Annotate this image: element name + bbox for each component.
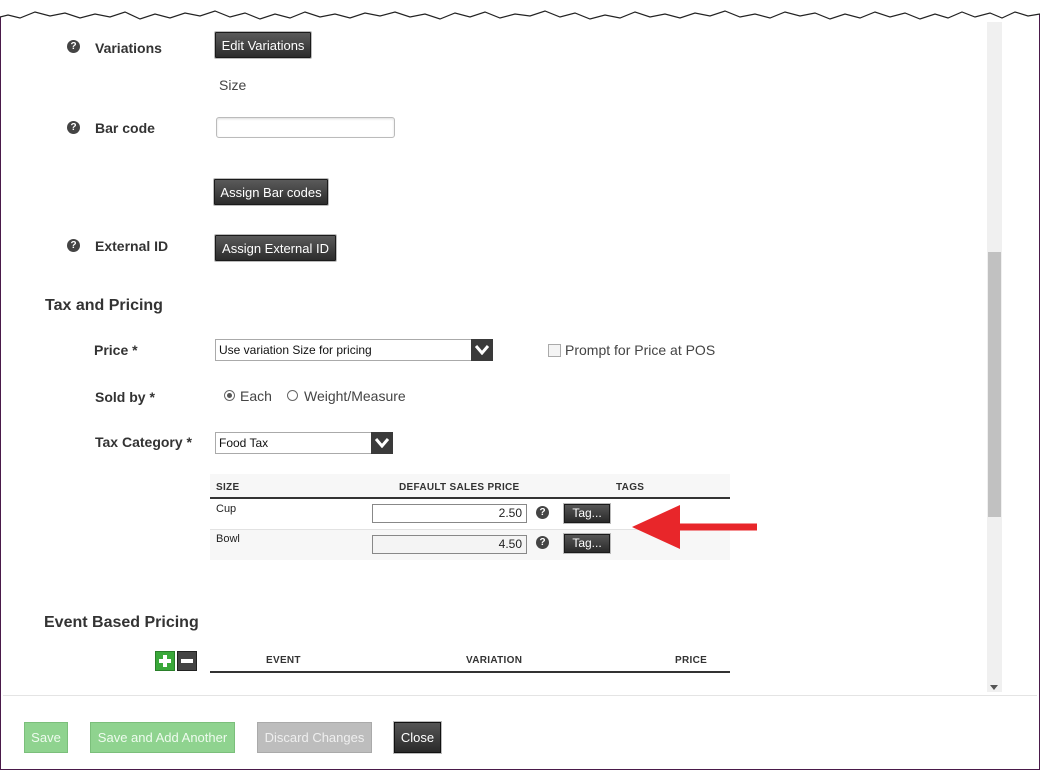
external-id-label: External ID [95,238,169,254]
assign-barcodes-button[interactable]: Assign Bar codes [214,179,328,205]
row-size-bowl: Bowl [216,533,240,545]
prompt-price-label: Prompt for Price at POS [565,342,716,358]
help-icon[interactable]: ? [67,40,80,53]
event-pricing-title: Event Based Pricing [44,614,199,631]
tax-category-select[interactable]: Food Tax [215,432,393,454]
tax-category-label: Tax Category * [95,434,192,450]
barcode-label: Bar code [95,120,155,136]
help-icon[interactable]: ? [536,536,549,549]
sold-by-each-label: Each [240,388,272,404]
form-scroll-area: ? Variations Edit Variations Size ? Bar … [3,0,988,693]
torn-edge-decoration [0,0,1040,20]
col-header-variation: VARIATION [466,655,523,666]
save-and-add-button[interactable]: Save and Add Another [90,722,235,753]
col-header-event-price: PRICE [675,655,708,666]
price-input-cup[interactable]: 2.50 [372,504,527,523]
scrollbar-thumb[interactable] [988,252,1001,517]
row-size-cup: Cup [216,503,237,515]
event-table-header-rule [210,671,730,673]
sold-by-label: Sold by * [95,389,155,405]
save-button[interactable]: Save [24,722,68,753]
tag-button-cup[interactable]: Tag... [564,504,610,523]
prompt-price-checkbox[interactable] [548,344,561,357]
vertical-scrollbar[interactable] [987,22,1002,692]
col-header-event: EVENT [266,655,301,666]
dropdown-arrow-icon[interactable] [371,432,393,454]
dropdown-arrow-icon[interactable] [471,339,493,361]
assign-external-id-button[interactable]: Assign External ID [215,235,336,261]
sold-by-weight-label: Weight/Measure [304,388,406,404]
help-icon[interactable]: ? [67,239,80,252]
col-header-tags: TAGS [616,482,645,493]
plus-icon[interactable] [155,651,175,671]
scroll-down-arrow-icon[interactable] [990,685,998,690]
price-select[interactable]: Use variation Size for pricing [215,339,493,361]
tax-category-value: Food Tax [219,436,269,450]
close-button[interactable]: Close [394,722,441,753]
col-header-size: SIZE [216,482,240,493]
price-select-value: Use variation Size for pricing [219,343,372,357]
tag-button-bowl[interactable]: Tag... [564,534,610,553]
help-icon[interactable]: ? [67,121,80,134]
discard-changes-button[interactable]: Discard Changes [257,722,372,753]
annotation-arrow-icon [632,505,757,549]
minus-icon[interactable] [177,651,197,671]
variations-label: Variations [95,40,162,56]
tax-pricing-title: Tax and Pricing [45,297,163,314]
barcode-input[interactable] [216,117,395,138]
help-icon[interactable]: ? [536,506,549,519]
edit-variations-button[interactable]: Edit Variations [215,32,311,58]
sold-by-weight-radio[interactable] [287,390,298,401]
price-label: Price * [94,342,138,358]
price-input-bowl[interactable]: 4.50 [372,535,527,554]
footer-bar: Save Save and Add Another Discard Change… [3,695,1037,769]
variations-value: Size [219,77,247,93]
col-header-price: DEFAULT SALES PRICE [399,482,520,493]
sold-by-each-radio[interactable] [224,390,235,401]
